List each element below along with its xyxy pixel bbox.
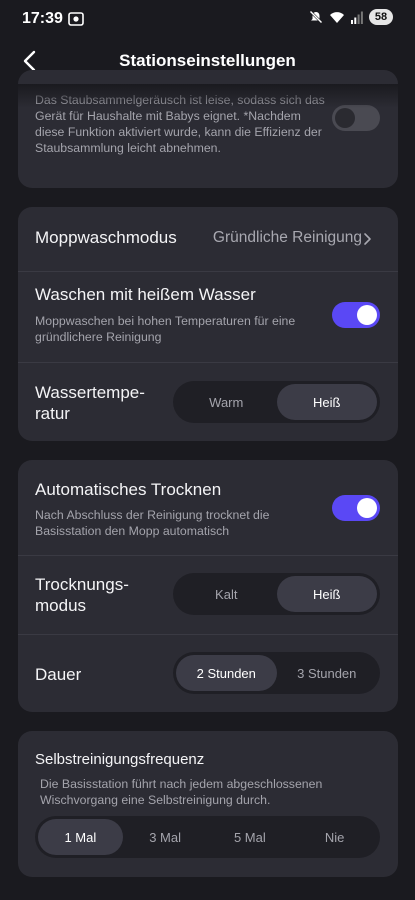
hot-water-toggle[interactable] [332,302,380,328]
toggle-knob [357,305,377,325]
battery-icon: 58 [369,9,393,25]
duration-selector: 2 Stunden 3 Stunden [173,652,380,694]
duration-option-2h[interactable]: 2 Stunden [176,655,277,691]
page-title: Stationseinstellungen [119,51,296,70]
water-temp-selector: Warm Heiß [173,381,380,423]
dry-mode-option-cold[interactable]: Kalt [176,576,277,612]
mop-wash-card: Moppwaschmodus Gründliche Reinigung Wasc… [18,207,398,441]
screen-record-icon [68,12,84,26]
water-temp-option-hot[interactable]: Heiß [276,384,377,420]
mop-wash-mode-value: Gründliche Reinigung [212,229,362,246]
frequency-option-5[interactable]: 5 Mal [208,819,293,855]
signal-icon [351,11,363,24]
duration-option-3h[interactable]: 3 Stunden [277,655,378,691]
duration-label: Dauer [35,665,82,684]
mop-wash-mode-row[interactable]: Moppwaschmodus Gründliche Reinigung [18,207,398,271]
mute-icon [309,10,323,24]
self-clean-frequency-selector: 1 Mal 3 Mal 5 Mal Nie [35,816,380,858]
divider [18,555,398,556]
toggle-knob [357,498,377,518]
self-clean-frequency-title: Selbstreinigungsfrequenz [35,751,205,768]
divider [18,634,398,635]
toggle-knob [335,108,355,128]
wifi-icon [330,12,344,23]
dry-mode-option-hot[interactable]: Heiß [276,576,377,612]
auto-dry-description: Nach Abschluss der Reinigung trocknet di… [35,508,270,538]
status-bar: 17:39 58 [0,0,415,38]
drying-card: Automatisches Trocknen Nach Abschluss de… [18,460,398,712]
hot-water-description: Moppwaschen bei hohen Temperaturen für e… [35,314,296,344]
dry-mode-selector: Kalt Heiß [173,573,380,615]
water-temp-label: Wassertempe-ratur [35,383,145,423]
hot-water-label: Waschen mit heißem Wasser [35,285,256,304]
frequency-option-never[interactable]: Nie [292,819,377,855]
self-clean-frequency-description: Die Basisstation führt nach jedem abgesc… [40,777,323,807]
auto-dry-label: Automatisches Trocknen [35,480,222,499]
mop-wash-mode-label: Moppwaschmodus [35,228,177,247]
dry-mode-label: Trocknungs-modus [35,575,129,615]
scroll-fade [0,84,415,108]
chevron-right-icon [364,233,371,245]
divider [18,271,398,272]
frequency-option-1[interactable]: 1 Mal [38,819,123,855]
frequency-option-3[interactable]: 3 Mal [123,819,208,855]
water-temp-option-warm[interactable]: Warm [176,384,277,420]
auto-dry-toggle[interactable] [332,495,380,521]
divider [18,362,398,363]
status-icons: 58 [309,9,393,25]
status-time: 17:39 [22,10,63,27]
self-clean-frequency-card: Selbstreinigungsfrequenz Die Basisstatio… [18,731,398,877]
dust-collection-toggle[interactable] [332,105,380,131]
